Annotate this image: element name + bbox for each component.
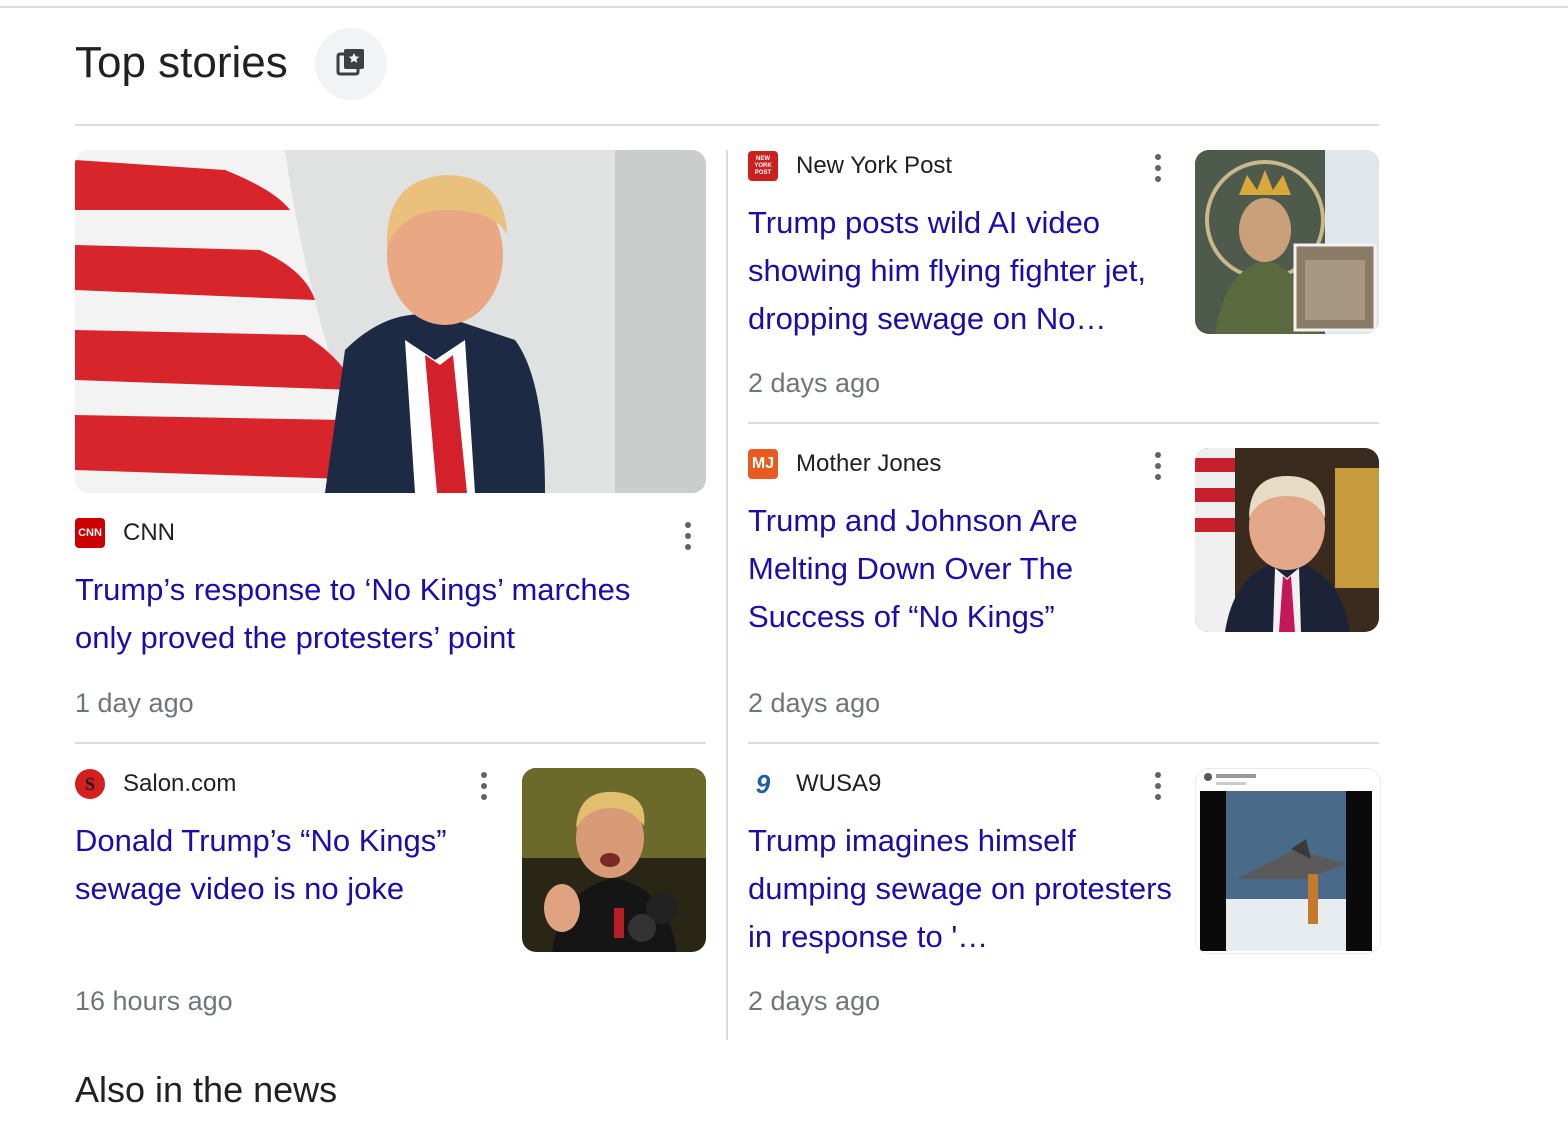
top-divider <box>0 6 1568 8</box>
story-headline[interactable]: Trump’s response to ‘No Kings’ marches o… <box>75 566 695 662</box>
story-image-trump-flag[interactable] <box>75 150 706 493</box>
source-name: WUSA9 <box>796 770 882 797</box>
story-headline[interactable]: Trump imagines himself dumping sewage on… <box>748 817 1178 961</box>
story-time: 2 days ago <box>748 688 881 718</box>
section-title: Top stories <box>75 38 288 87</box>
also-in-the-news-heading: Also in the news <box>75 1069 338 1110</box>
column-divider <box>726 150 728 1040</box>
more-options-icon[interactable] <box>470 766 498 806</box>
story-divider <box>748 742 1379 744</box>
cnn-logo-icon: CNN <box>75 518 105 548</box>
story-image-social-post-video[interactable] <box>1195 768 1381 954</box>
salon-logo-icon: S <box>75 769 105 799</box>
source-name: New York Post <box>796 152 953 179</box>
story-time: 2 days ago <box>748 368 881 398</box>
story-source: CNN CNN <box>75 516 175 550</box>
story-time: 1 day ago <box>75 688 194 718</box>
source-name: CNN <box>123 519 175 546</box>
bookmark-stack-icon <box>334 45 368 84</box>
story-time: 16 hours ago <box>75 986 233 1016</box>
more-options-icon[interactable] <box>674 516 702 556</box>
story-source: 9 WUSA9 <box>748 767 881 801</box>
story-source: NEW YORK POST New York Post <box>748 149 952 183</box>
story-headline[interactable]: Trump and Johnson Are Melting Down Over … <box>748 497 1178 641</box>
save-stories-button[interactable] <box>315 28 387 100</box>
story-divider <box>75 742 706 744</box>
mother-jones-logo-icon: MJ <box>748 449 778 479</box>
story-headline[interactable]: Trump posts wild AI video showing him fl… <box>748 199 1178 343</box>
more-options-icon[interactable] <box>1144 148 1172 188</box>
more-options-icon[interactable] <box>1144 766 1172 806</box>
story-image-crowned-figure[interactable] <box>1195 150 1379 334</box>
source-name: Salon.com <box>123 770 237 797</box>
wusa9-logo-icon: 9 <box>748 769 778 799</box>
source-name: Mother Jones <box>796 450 942 477</box>
story-headline[interactable]: Donald Trump’s “No Kings” sewage video i… <box>75 817 505 913</box>
story-divider <box>748 422 1379 424</box>
story-image-trump-seated[interactable] <box>1195 448 1379 632</box>
story-image-trump-microphones[interactable] <box>522 768 706 952</box>
more-options-icon[interactable] <box>1144 446 1172 486</box>
story-source: MJ Mother Jones <box>748 447 941 481</box>
new-york-post-logo-icon: NEW YORK POST <box>748 151 778 181</box>
title-divider <box>75 124 1379 126</box>
story-source: S Salon.com <box>75 767 236 801</box>
story-time: 2 days ago <box>748 986 881 1016</box>
